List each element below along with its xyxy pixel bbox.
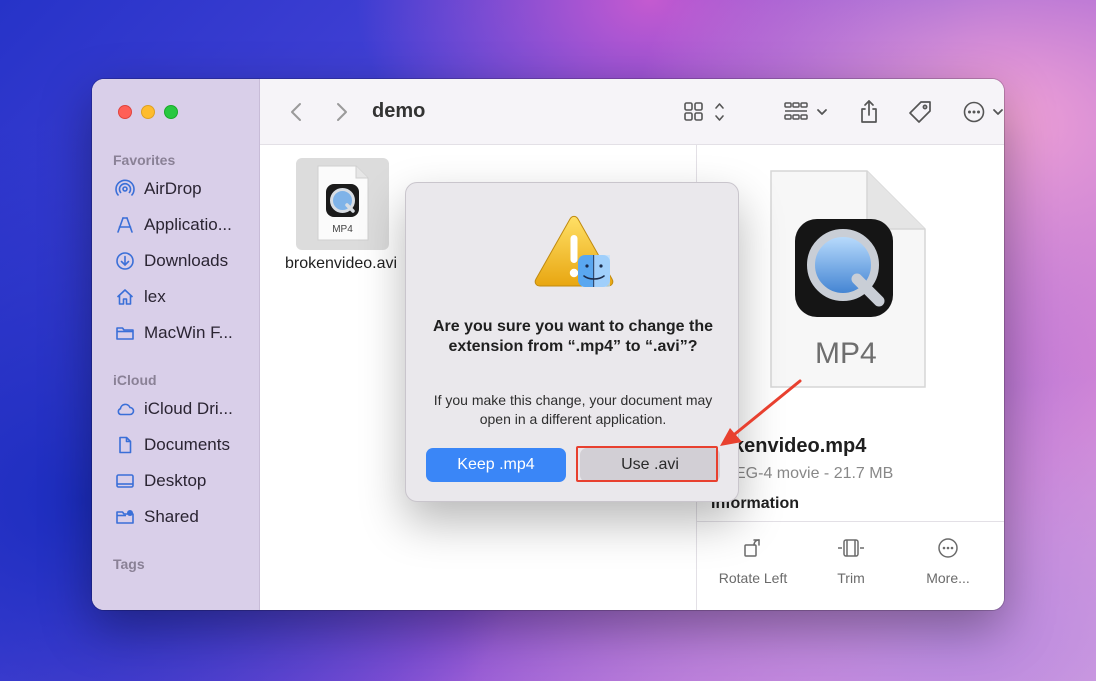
forward-button[interactable] xyxy=(332,99,352,125)
sidebar-item-macwin[interactable]: MacWin F... xyxy=(114,321,233,345)
dialog-title: Are you sure you want to change the exte… xyxy=(432,318,714,355)
trim-label: Trim xyxy=(837,570,865,586)
sidebar-item-desktop[interactable]: Desktop xyxy=(114,469,206,493)
sidebar-item-label: Downloads xyxy=(144,251,229,270)
ellipsis-circle-icon xyxy=(963,101,1003,123)
sidebar-item-applications[interactable]: Applicatio... xyxy=(114,213,232,237)
sidebar-item-label: lex xyxy=(144,287,166,306)
chevron-right-icon xyxy=(337,103,347,121)
view-mode-button[interactable] xyxy=(680,99,728,125)
grid-view-icon xyxy=(684,102,724,121)
warning-icon xyxy=(534,215,614,287)
sidebar-item-airdrop[interactable]: AirDrop xyxy=(114,177,202,201)
toolbar: demo xyxy=(260,79,1004,145)
sidebar-item-shared[interactable]: Shared xyxy=(114,505,199,529)
file-type-label: MP4 xyxy=(332,224,353,235)
rotate-left-label: Rotate Left xyxy=(718,570,788,586)
group-icon xyxy=(784,102,827,120)
dialog-message: If you make this change, your document m… xyxy=(433,392,713,427)
zoom-window-button[interactable] xyxy=(164,105,178,119)
tag-button[interactable] xyxy=(906,98,934,126)
share-button[interactable] xyxy=(856,97,882,127)
keep-extension-button[interactable]: Keep .mp4 xyxy=(426,448,566,482)
preview-file-meta: EG-4 movie - 21.7 MB xyxy=(735,465,894,482)
rotate-left-icon xyxy=(744,539,760,557)
sidebar-item-icloud-drive[interactable]: iCloud Dri... xyxy=(114,397,233,421)
trim-button[interactable]: Trim xyxy=(806,536,896,586)
finder-badge-icon xyxy=(578,255,610,287)
sidebar-item-downloads[interactable]: Downloads xyxy=(114,249,228,273)
sidebar-item-label: Documents xyxy=(144,435,230,454)
file-name-label[interactable]: brokenvideo.avi xyxy=(285,255,405,273)
trim-icon xyxy=(838,539,864,557)
tags-section-label: Tags xyxy=(113,556,145,572)
traffic-lights xyxy=(118,105,178,119)
folder-icon xyxy=(114,322,136,344)
sidebar-item-label: MacWin F... xyxy=(144,323,233,342)
sidebar-item-documents[interactable]: Documents xyxy=(114,433,230,457)
sidebar-item-lex[interactable]: lex xyxy=(114,285,166,309)
annotation-arrow-icon xyxy=(720,379,802,446)
sidebar-item-label: Shared xyxy=(144,507,199,526)
quicktime-file-icon xyxy=(317,165,369,241)
more-button[interactable]: More... xyxy=(903,536,993,586)
back-button[interactable] xyxy=(286,99,306,125)
downloads-icon xyxy=(114,250,136,272)
sidebar-item-label: Desktop xyxy=(144,471,207,490)
favorites-section-label: Favorites xyxy=(113,152,176,168)
more-actions-button[interactable] xyxy=(962,99,1004,125)
airdrop-icon xyxy=(114,178,136,200)
minimize-window-button[interactable] xyxy=(141,105,155,119)
more-icon xyxy=(938,538,958,558)
chevron-left-icon xyxy=(291,103,301,121)
applications-icon xyxy=(114,214,136,236)
file-icon-selected[interactable]: MP4 xyxy=(296,158,389,250)
tag-icon xyxy=(909,101,931,123)
shared-folder-icon xyxy=(114,506,136,528)
cloud-icon xyxy=(114,398,136,420)
share-icon xyxy=(861,100,877,123)
annotation-highlight-box xyxy=(576,446,718,482)
group-by-button[interactable] xyxy=(782,99,832,125)
sidebar-item-label: Applicatio... xyxy=(144,215,232,234)
home-icon xyxy=(114,286,136,308)
window-title: demo xyxy=(372,100,426,122)
sidebar-item-label: AirDrop xyxy=(144,179,202,198)
close-window-button[interactable] xyxy=(118,105,132,119)
document-icon xyxy=(114,434,136,456)
more-label: More... xyxy=(926,570,970,586)
rotate-left-button[interactable]: Rotate Left xyxy=(708,536,798,586)
preview-type-badge: MP4 xyxy=(815,337,877,370)
sidebar-item-label: iCloud Dri... xyxy=(144,399,233,418)
sidebar: Favorites AirDrop Applicatio... Download… xyxy=(92,79,260,610)
quick-actions: Rotate Left Trim More... xyxy=(697,521,1004,610)
icloud-section-label: iCloud xyxy=(113,372,157,388)
desktop-icon xyxy=(114,470,136,492)
